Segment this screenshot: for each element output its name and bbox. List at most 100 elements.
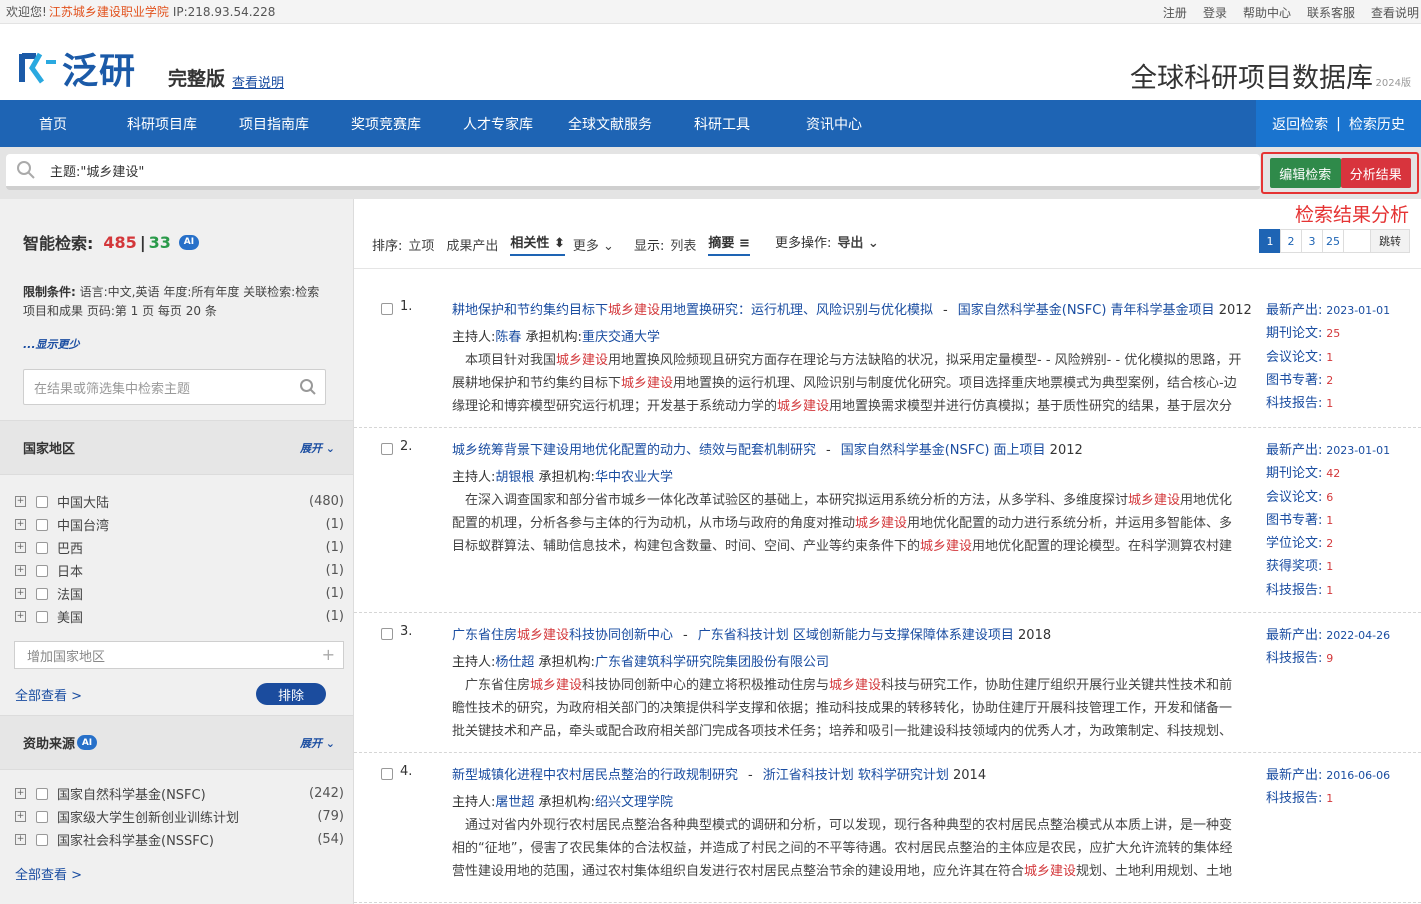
sort-more-dropdown[interactable]: 更多 ⌄ (573, 235, 614, 254)
search-input[interactable]: 主题:"城乡建设" (6, 154, 1260, 190)
stat-label[interactable]: 科技报告: (1266, 396, 1322, 411)
expand-plus-icon[interactable]: + (15, 519, 26, 530)
add-region-input[interactable]: 增加国家地区 + (14, 641, 344, 669)
stat-label[interactable]: 期刊论文: (1266, 466, 1322, 481)
region-item[interactable]: + 中国大陆 (480) (0, 490, 353, 513)
record-title-link[interactable]: 新型城镇化进程中农村居民点整治的行政规制研究 - 浙江省科技计划 软科学研究计划 2… (452, 764, 986, 783)
display-abstract[interactable]: 摘要 ≡ (708, 232, 750, 256)
program-link[interactable]: 广东省科技计划 区域创新能力与支撑保障体系建设项目 (698, 628, 1014, 643)
sort-by-approval[interactable]: 立项 (408, 235, 434, 254)
stat-label[interactable]: 图书专著: (1266, 373, 1322, 388)
page-3[interactable]: 3 (1301, 229, 1323, 253)
institution-link[interactable]: 江苏城乡建设职业学院 (49, 3, 169, 20)
stat-row[interactable]: 学位论文: 2 (1266, 532, 1390, 555)
stat-label[interactable]: 科技报告: (1266, 583, 1322, 598)
stat-label[interactable]: 最新产出: (1266, 303, 1322, 318)
stat-label[interactable]: 学位论文: (1266, 536, 1322, 551)
region-item[interactable]: + 美国 (1) (0, 605, 353, 628)
pi-link[interactable]: 胡银根 (495, 470, 534, 485)
expand-plus-icon[interactable]: + (15, 611, 26, 622)
stat-label[interactable]: 最新产出: (1266, 628, 1322, 643)
pi-link[interactable]: 屠世超 (495, 795, 534, 810)
expand-plus-icon[interactable]: + (15, 588, 26, 599)
stat-row[interactable]: 科技报告: 1 (1266, 787, 1390, 810)
filter-checkbox[interactable] (36, 541, 48, 554)
org-link[interactable]: 华中农业大学 (595, 470, 673, 485)
stat-row[interactable]: 会议论文: 6 (1266, 486, 1390, 509)
filter-checkbox[interactable] (36, 810, 48, 823)
login-link[interactable]: 登录 (1203, 4, 1227, 21)
record-checkbox[interactable] (381, 768, 393, 780)
stat-label[interactable]: 图书专著: (1266, 513, 1322, 528)
record-title-link[interactable]: 城乡统筹背景下建设用地优化配置的动力、绩效与配套机制研究 - 国家自然科学基金(NS… (452, 439, 1083, 458)
region-item[interactable]: + 中国台湾 (1) (0, 513, 353, 536)
funding-item[interactable]: + 国家社会科学基金(NSSFC) (54) (0, 828, 353, 851)
record-checkbox[interactable] (381, 628, 393, 640)
filter-checkbox[interactable] (36, 587, 48, 600)
stat-row[interactable]: 最新产出: 2022-04-26 (1266, 624, 1390, 647)
org-link[interactable]: 重庆交通大学 (582, 330, 660, 345)
stat-row[interactable]: 期刊论文: 42 (1266, 462, 1390, 485)
funding-section-header[interactable]: 资助来源 AI 展开 ⌄ (0, 715, 353, 770)
expand-plus-icon[interactable]: + (15, 811, 26, 822)
contact-support-link[interactable]: 联系客服 (1307, 4, 1355, 21)
page-25[interactable]: 25 (1322, 229, 1344, 253)
region-expand-link[interactable]: 展开 ⌄ (300, 440, 335, 456)
stat-row[interactable]: 图书专著: 1 (1266, 509, 1390, 532)
program-link[interactable]: 浙江省科技计划 软科学研究计划 (763, 768, 949, 783)
filter-checkbox[interactable] (36, 787, 48, 800)
record-title-link[interactable]: 耕地保护和节约集约目标下城乡建设用地置换研究：运行机理、风险识别与优化模拟 - 国家… (452, 299, 1252, 318)
stat-row[interactable]: 最新产出: 2016-06-06 (1266, 764, 1390, 787)
goto-page-button[interactable]: 跳转 (1370, 229, 1410, 253)
stat-row[interactable]: 会议论文: 1 (1266, 346, 1390, 369)
view-guide-link[interactable]: 查看说明 (1371, 4, 1419, 21)
stat-label[interactable]: 科技报告: (1266, 651, 1322, 666)
register-link[interactable]: 注册 (1163, 4, 1187, 21)
region-item[interactable]: + 日本 (1) (0, 559, 353, 582)
org-link[interactable]: 绍兴文理学院 (595, 795, 673, 810)
edit-search-button[interactable]: 编辑检索 (1270, 158, 1341, 188)
stat-row[interactable]: 图书专著: 2 (1266, 369, 1390, 392)
nav-item-awards[interactable]: 奖项竞赛库 (330, 114, 442, 134)
program-link[interactable]: 国家自然科学基金(NSFC) 青年科学基金项目 (958, 303, 1215, 318)
stat-label[interactable]: 最新产出: (1266, 443, 1322, 458)
record-checkbox[interactable] (381, 303, 393, 315)
org-link[interactable]: 广东省建筑科学研究院集团股份有限公司 (595, 655, 829, 670)
pi-link[interactable]: 杨仕超 (495, 655, 534, 670)
region-section-header[interactable]: 国家地区 展开 ⌄ (0, 420, 353, 475)
funding-item[interactable]: + 国家自然科学基金(NSFC) (242) (0, 782, 353, 805)
record-title-link[interactable]: 广东省住房城乡建设科技协同创新中心 - 广东省科技计划 区域创新能力与支撑保障体系建… (452, 624, 1051, 643)
record-checkbox[interactable] (381, 443, 393, 455)
expand-plus-icon[interactable]: + (15, 565, 26, 576)
nav-item-guides[interactable]: 项目指南库 (218, 114, 330, 134)
nav-item-projects[interactable]: 科研项目库 (106, 114, 218, 134)
sort-by-relevance[interactable]: 相关性 ⬍ (510, 232, 565, 256)
page-number-input[interactable] (1343, 229, 1371, 253)
exclude-button[interactable]: 排除 (256, 683, 326, 705)
filter-checkbox[interactable] (36, 495, 48, 508)
region-item[interactable]: + 法国 (1) (0, 582, 353, 605)
funding-view-all-link[interactable]: 全部查看 > (15, 864, 82, 883)
funding-item[interactable]: + 国家级大学生创新创业训练计划 (79) (0, 805, 353, 828)
stat-row[interactable]: 科技报告: 1 (1266, 579, 1390, 602)
expand-plus-icon[interactable]: + (15, 496, 26, 507)
stat-row[interactable]: 科技报告: 9 (1266, 647, 1390, 670)
nav-item-tools[interactable]: 科研工具 (666, 114, 778, 134)
filter-checkbox[interactable] (36, 518, 48, 531)
nav-item-home[interactable]: 首页 (0, 114, 106, 134)
nav-item-news[interactable]: 资讯中心 (778, 114, 890, 134)
nav-item-literature[interactable]: 全球文献服务 (554, 114, 666, 134)
stat-row[interactable]: 获得奖项: 1 (1266, 555, 1390, 578)
export-dropdown[interactable]: 导出 ⌄ (837, 232, 878, 251)
program-link[interactable]: 国家自然科学基金(NSFC) 面上项目 (841, 443, 1046, 458)
ai-result-count[interactable]: 33 (149, 233, 171, 252)
stat-label[interactable]: 会议论文: (1266, 350, 1322, 365)
filter-checkbox[interactable] (36, 610, 48, 623)
stat-row[interactable]: 期刊论文: 25 (1266, 322, 1390, 345)
stat-label[interactable]: 获得奖项: (1266, 559, 1322, 574)
logo[interactable]: 泛研 (18, 42, 136, 94)
display-list[interactable]: 列表 (670, 235, 696, 254)
stat-row[interactable]: 最新产出: 2023-01-01 (1266, 299, 1390, 322)
region-item[interactable]: + 巴西 (1) (0, 536, 353, 559)
stat-row[interactable]: 科技报告: 1 (1266, 392, 1390, 415)
